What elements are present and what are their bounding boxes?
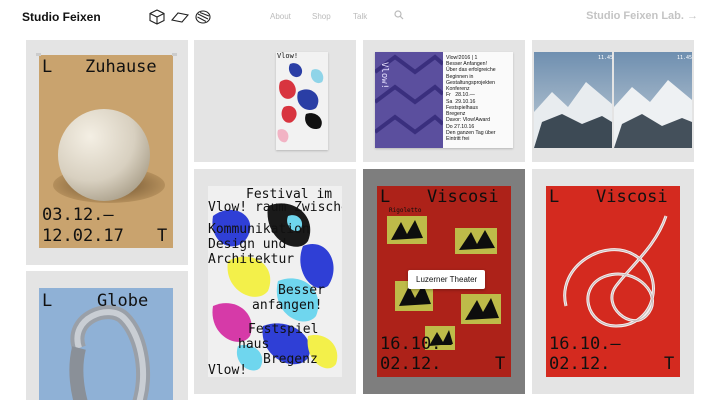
booklet-left-page: Vlow! xyxy=(375,52,445,148)
poster-line: Kommunikation xyxy=(208,222,310,237)
poster-dates-start: 16.10.— xyxy=(549,334,621,354)
brochure-time: 11.45 xyxy=(598,55,614,61)
booklet-page-text: Vlow!2016 | 1 Besser Anfangen! Über das … xyxy=(446,55,496,143)
poster-zuhause: L Zuhause 03.12.— 12.02.17 T xyxy=(39,55,173,248)
poster-globe: L Globe xyxy=(39,288,173,400)
poster-t: T xyxy=(664,354,675,374)
project-tile-vlow-poster[interactable]: Festival im Vlow! raum Zwischen Kommunik… xyxy=(194,169,356,394)
booklet-spread: Vlow! Vlow!2016 | 1 Besser Anfangen! Übe… xyxy=(375,52,513,148)
brochure-photos xyxy=(534,52,692,148)
poster-line: Vlow! raum Zwischen xyxy=(208,200,342,215)
project-tile-viscosi[interactable]: L Viscosi 16.10.— 02.12. T xyxy=(532,169,694,394)
project-tile-zuhause[interactable]: L Zuhause 03.12.— 12.02.17 T xyxy=(26,40,188,265)
booklet-right-page: Vlow!2016 | 1 Besser Anfangen! Über das … xyxy=(443,52,513,148)
poster-l: L xyxy=(42,57,53,77)
plane-icon[interactable] xyxy=(171,8,189,26)
poster-t: T xyxy=(157,226,168,246)
project-tile-viscosi-hover[interactable]: L Viscosi Rigoletto 16.10.— 02.12. T Luz… xyxy=(363,169,525,394)
lab-link[interactable]: Studio Feixen Lab. → xyxy=(586,10,698,22)
poster-blob-art xyxy=(277,63,324,143)
poster-viscosi-line: L Viscosi 16.10.— 02.12. T xyxy=(546,186,680,377)
project-tile-vlow-print[interactable]: Vlow! xyxy=(194,40,356,162)
poster-line: haus xyxy=(238,337,270,352)
poster-vlow-print: Vlow! xyxy=(276,52,328,150)
project-tile-brochure[interactable]: 11.45 11.45 xyxy=(532,40,694,162)
pin xyxy=(172,53,177,56)
poster-line: Besser xyxy=(278,283,325,298)
nav-shop[interactable]: Shop xyxy=(312,12,331,21)
nav-about[interactable]: About xyxy=(270,12,291,21)
poster-line: Bregenz xyxy=(263,352,318,367)
nav-talk[interactable]: Talk xyxy=(353,12,367,21)
poster-dates-end: 12.02.17 xyxy=(42,226,124,246)
search-icon[interactable] xyxy=(394,10,404,20)
poster-line: Vlow! xyxy=(208,363,248,377)
poster-dates-end: 02.12. xyxy=(549,354,611,374)
brand-logo[interactable]: Studio Feixen xyxy=(22,10,101,24)
cube-icon[interactable] xyxy=(148,8,166,26)
brochure-time: 11.45 xyxy=(677,55,693,61)
project-tile-vlow-booklet[interactable]: Vlow! Vlow!2016 | 1 Besser Anfangen! Übe… xyxy=(363,40,525,162)
project-tile-globe[interactable]: L Globe xyxy=(26,271,188,400)
stack-icon[interactable] xyxy=(194,8,212,26)
poster-dates-start: 03.12.— xyxy=(42,205,114,225)
poster-title: Zuhause xyxy=(85,57,157,77)
poster-line: Festspiel xyxy=(248,322,319,337)
hover-tooltip: Luzerner Theater xyxy=(408,270,486,289)
site-header: Studio Feixen About Shop Talk Studio Fei… xyxy=(0,0,720,34)
poster-vlow: Festival im Vlow! raum Zwischen Kommunik… xyxy=(208,186,342,377)
poster-title: Viscosi xyxy=(596,187,668,207)
poster-title: Globe xyxy=(97,291,149,311)
poster-l: L xyxy=(42,291,53,311)
poster-line: Design und xyxy=(208,237,287,252)
poster-line: Architektur xyxy=(208,252,295,267)
poster-line: anfangen! xyxy=(252,298,323,313)
booklet-spine-text: Vlow! xyxy=(379,62,389,90)
brochure-spread: 11.45 11.45 xyxy=(532,52,694,148)
poster-vlow-text: Vlow! xyxy=(277,52,299,60)
poster-l: L xyxy=(549,187,560,207)
pin xyxy=(36,53,41,56)
